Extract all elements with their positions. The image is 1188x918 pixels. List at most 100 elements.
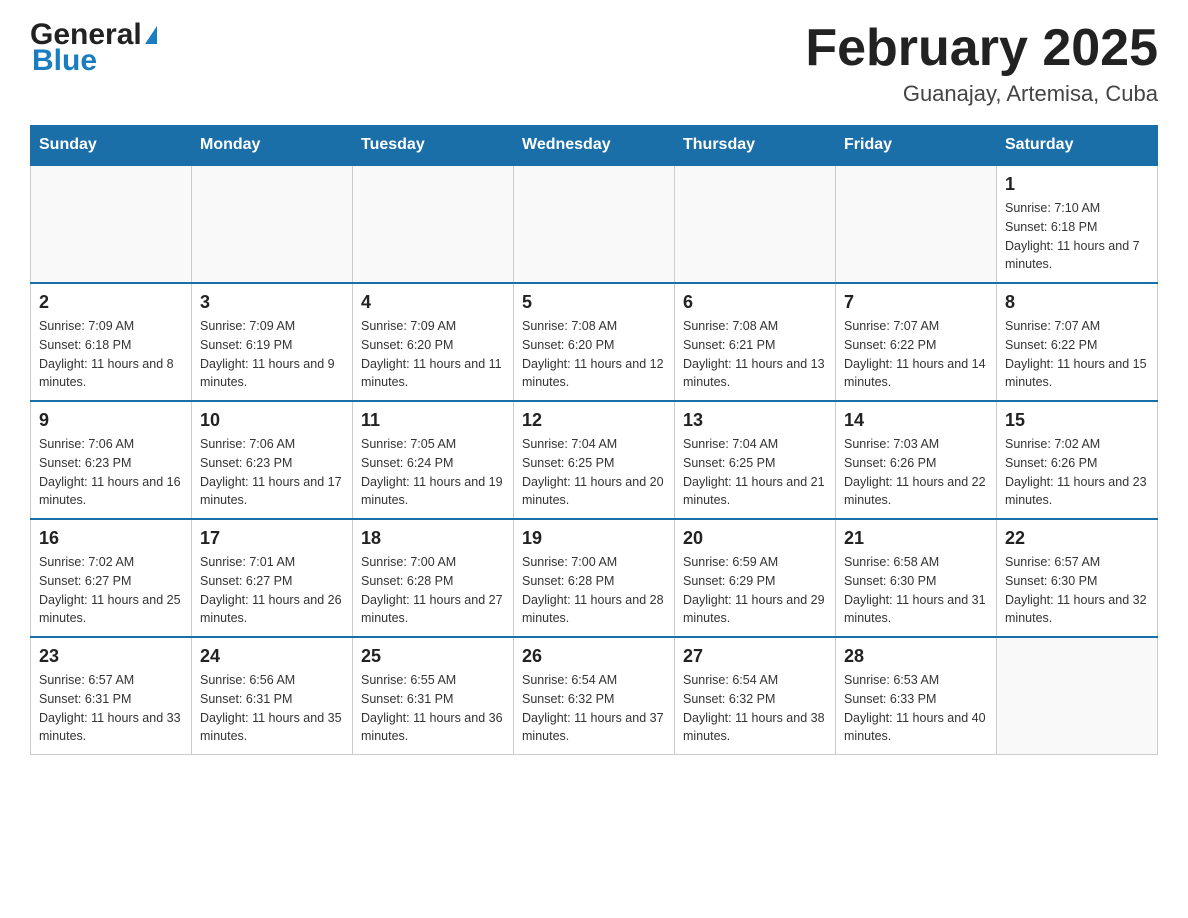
day-number: 7 xyxy=(844,292,988,313)
day-info: Sunrise: 6:57 AMSunset: 6:30 PMDaylight:… xyxy=(1005,553,1149,628)
day-info: Sunrise: 7:06 AMSunset: 6:23 PMDaylight:… xyxy=(39,435,183,510)
calendar-cell xyxy=(353,165,514,283)
calendar-cell: 25Sunrise: 6:55 AMSunset: 6:31 PMDayligh… xyxy=(353,637,514,755)
calendar-cell: 23Sunrise: 6:57 AMSunset: 6:31 PMDayligh… xyxy=(31,637,192,755)
day-of-week-thursday: Thursday xyxy=(675,126,836,166)
day-number: 19 xyxy=(522,528,666,549)
day-info: Sunrise: 7:08 AMSunset: 6:20 PMDaylight:… xyxy=(522,317,666,392)
day-info: Sunrise: 7:08 AMSunset: 6:21 PMDaylight:… xyxy=(683,317,827,392)
calendar-cell: 6 Sunrise: 7:08 AMSunset: 6:21 PMDaylight… xyxy=(675,283,836,401)
calendar-cell: 18Sunrise: 7:00 AMSunset: 6:28 PMDayligh… xyxy=(353,519,514,637)
day-number: 17 xyxy=(200,528,344,549)
day-number: 5 xyxy=(522,292,666,313)
calendar-cell: 14 Sunrise: 7:03 AMSunset: 6:26 PMDayligh… xyxy=(836,401,997,519)
calendar-body: 1 Sunrise: 7:10 AMSunset: 6:18 PMDaylight… xyxy=(31,165,1158,755)
day-info: Sunrise: 6:56 AMSunset: 6:31 PMDaylight:… xyxy=(200,671,344,746)
day-number: 9 xyxy=(39,410,183,431)
calendar-cell: 15 Sunrise: 7:02 AMSunset: 6:26 PMDayligh… xyxy=(997,401,1158,519)
calendar-cell: 16 Sunrise: 7:02 AMSunset: 6:27 PMDayligh… xyxy=(31,519,192,637)
calendar-cell: 7 Sunrise: 7:07 AMSunset: 6:22 PMDaylight… xyxy=(836,283,997,401)
calendar-cell: 21 Sunrise: 6:58 AMSunset: 6:30 PMDayligh… xyxy=(836,519,997,637)
logo: General Blue xyxy=(30,20,157,78)
calendar-cell: 10 Sunrise: 7:06 AMSunset: 6:23 PMDayligh… xyxy=(192,401,353,519)
day-info: Sunrise: 7:04 AMSunset: 6:25 PMDaylight:… xyxy=(522,435,666,510)
calendar-header: SundayMondayTuesdayWednesdayThursdayFrid… xyxy=(31,126,1158,166)
calendar-week-3: 9 Sunrise: 7:06 AMSunset: 6:23 PMDaylight… xyxy=(31,401,1158,519)
day-info: Sunrise: 6:58 AMSunset: 6:30 PMDaylight:… xyxy=(844,553,988,628)
calendar-cell xyxy=(836,165,997,283)
day-info: Sunrise: 6:53 AMSunset: 6:33 PMDaylight:… xyxy=(844,671,988,746)
day-number: 2 xyxy=(39,292,183,313)
calendar-cell: 5 Sunrise: 7:08 AMSunset: 6:20 PMDaylight… xyxy=(514,283,675,401)
calendar-cell: 4Sunrise: 7:09 AMSunset: 6:20 PMDaylight… xyxy=(353,283,514,401)
calendar-cell: 22 Sunrise: 6:57 AMSunset: 6:30 PMDayligh… xyxy=(997,519,1158,637)
day-info: Sunrise: 7:09 AMSunset: 6:19 PMDaylight:… xyxy=(200,317,344,392)
day-number: 6 xyxy=(683,292,827,313)
day-info: Sunrise: 7:00 AMSunset: 6:28 PMDaylight:… xyxy=(361,553,505,628)
calendar-cell: 20 Sunrise: 6:59 AMSunset: 6:29 PMDayligh… xyxy=(675,519,836,637)
day-info: Sunrise: 7:00 AMSunset: 6:28 PMDaylight:… xyxy=(522,553,666,628)
calendar-week-2: 2Sunrise: 7:09 AMSunset: 6:18 PMDaylight… xyxy=(31,283,1158,401)
day-of-week-tuesday: Tuesday xyxy=(353,126,514,166)
day-info: Sunrise: 7:01 AMSunset: 6:27 PMDaylight:… xyxy=(200,553,344,628)
day-info: Sunrise: 7:02 AMSunset: 6:26 PMDaylight:… xyxy=(1005,435,1149,510)
day-info: Sunrise: 7:07 AMSunset: 6:22 PMDaylight:… xyxy=(844,317,988,392)
day-number: 10 xyxy=(200,410,344,431)
calendar-cell xyxy=(997,637,1158,755)
calendar-cell xyxy=(514,165,675,283)
day-number: 16 xyxy=(39,528,183,549)
days-of-week-row: SundayMondayTuesdayWednesdayThursdayFrid… xyxy=(31,126,1158,166)
calendar-cell: 17 Sunrise: 7:01 AMSunset: 6:27 PMDayligh… xyxy=(192,519,353,637)
day-info: Sunrise: 6:54 AMSunset: 6:32 PMDaylight:… xyxy=(522,671,666,746)
month-title: February 2025 xyxy=(805,20,1158,77)
day-number: 11 xyxy=(361,410,505,431)
day-of-week-wednesday: Wednesday xyxy=(514,126,675,166)
calendar-cell: 2Sunrise: 7:09 AMSunset: 6:18 PMDaylight… xyxy=(31,283,192,401)
day-info: Sunrise: 7:10 AMSunset: 6:18 PMDaylight:… xyxy=(1005,199,1149,274)
day-of-week-friday: Friday xyxy=(836,126,997,166)
calendar-cell: 9 Sunrise: 7:06 AMSunset: 6:23 PMDaylight… xyxy=(31,401,192,519)
calendar-cell: 27 Sunrise: 6:54 AMSunset: 6:32 PMDayligh… xyxy=(675,637,836,755)
page-header: General Blue February 2025 Guanajay, Art… xyxy=(30,20,1158,107)
calendar-cell: 28Sunrise: 6:53 AMSunset: 6:33 PMDayligh… xyxy=(836,637,997,755)
day-info: Sunrise: 6:59 AMSunset: 6:29 PMDaylight:… xyxy=(683,553,827,628)
day-number: 20 xyxy=(683,528,827,549)
calendar-week-1: 1 Sunrise: 7:10 AMSunset: 6:18 PMDaylight… xyxy=(31,165,1158,283)
day-number: 27 xyxy=(683,646,827,667)
calendar-cell xyxy=(31,165,192,283)
logo-blue-text: Blue xyxy=(32,44,97,78)
day-info: Sunrise: 7:03 AMSunset: 6:26 PMDaylight:… xyxy=(844,435,988,510)
day-info: Sunrise: 7:07 AMSunset: 6:22 PMDaylight:… xyxy=(1005,317,1149,392)
day-of-week-monday: Monday xyxy=(192,126,353,166)
day-number: 21 xyxy=(844,528,988,549)
day-info: Sunrise: 6:54 AMSunset: 6:32 PMDaylight:… xyxy=(683,671,827,746)
calendar-cell: 12 Sunrise: 7:04 AMSunset: 6:25 PMDayligh… xyxy=(514,401,675,519)
day-info: Sunrise: 7:09 AMSunset: 6:20 PMDaylight:… xyxy=(361,317,505,392)
day-number: 24 xyxy=(200,646,344,667)
day-number: 26 xyxy=(522,646,666,667)
calendar-cell: 8Sunrise: 7:07 AMSunset: 6:22 PMDaylight… xyxy=(997,283,1158,401)
day-number: 12 xyxy=(522,410,666,431)
day-of-week-saturday: Saturday xyxy=(997,126,1158,166)
location: Guanajay, Artemisa, Cuba xyxy=(805,81,1158,107)
calendar-cell: 3 Sunrise: 7:09 AMSunset: 6:19 PMDaylight… xyxy=(192,283,353,401)
day-number: 22 xyxy=(1005,528,1149,549)
day-number: 3 xyxy=(200,292,344,313)
calendar-cell xyxy=(675,165,836,283)
day-number: 23 xyxy=(39,646,183,667)
day-number: 14 xyxy=(844,410,988,431)
calendar-cell: 13Sunrise: 7:04 AMSunset: 6:25 PMDayligh… xyxy=(675,401,836,519)
calendar-week-4: 16 Sunrise: 7:02 AMSunset: 6:27 PMDayligh… xyxy=(31,519,1158,637)
calendar-week-5: 23Sunrise: 6:57 AMSunset: 6:31 PMDayligh… xyxy=(31,637,1158,755)
calendar-cell: 11 Sunrise: 7:05 AMSunset: 6:24 PMDayligh… xyxy=(353,401,514,519)
title-block: February 2025 Guanajay, Artemisa, Cuba xyxy=(805,20,1158,107)
day-info: Sunrise: 7:02 AMSunset: 6:27 PMDaylight:… xyxy=(39,553,183,628)
day-info: Sunrise: 7:06 AMSunset: 6:23 PMDaylight:… xyxy=(200,435,344,510)
day-info: Sunrise: 7:05 AMSunset: 6:24 PMDaylight:… xyxy=(361,435,505,510)
day-number: 1 xyxy=(1005,174,1149,195)
day-number: 15 xyxy=(1005,410,1149,431)
day-info: Sunrise: 7:04 AMSunset: 6:25 PMDaylight:… xyxy=(683,435,827,510)
day-info: Sunrise: 6:55 AMSunset: 6:31 PMDaylight:… xyxy=(361,671,505,746)
calendar-table: SundayMondayTuesdayWednesdayThursdayFrid… xyxy=(30,125,1158,755)
calendar-cell: 24 Sunrise: 6:56 AMSunset: 6:31 PMDayligh… xyxy=(192,637,353,755)
